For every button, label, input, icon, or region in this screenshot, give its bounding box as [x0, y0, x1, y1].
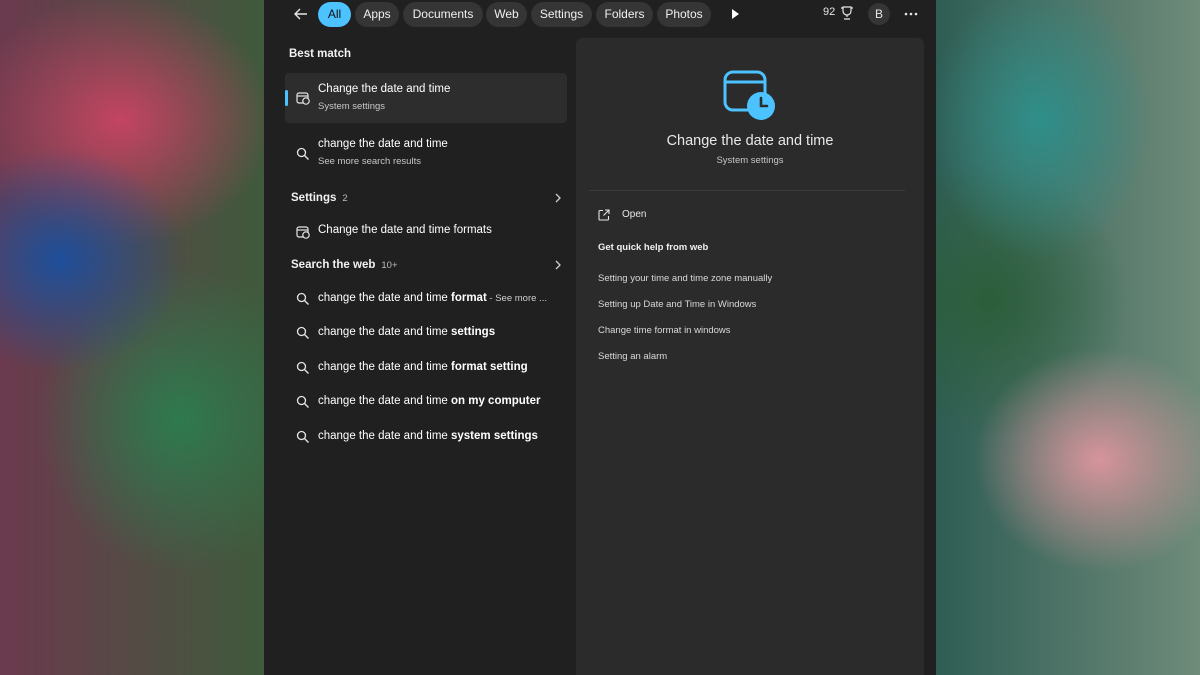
web-result[interactable]: change the date and time format - See mo… — [285, 287, 567, 311]
filter-bar: All Apps Documents Web Settings Folders … — [264, 0, 936, 30]
preview-subtitle: System settings — [716, 155, 784, 166]
ellipsis-icon — [904, 12, 918, 16]
more-filters-button[interactable] — [727, 6, 743, 22]
filter-web[interactable]: Web — [486, 2, 527, 27]
search-suggestion[interactable]: change the date and time See more search… — [285, 130, 567, 174]
filter-settings[interactable]: Settings — [531, 2, 592, 27]
rewards-points: 92 — [823, 6, 836, 18]
divider — [589, 190, 905, 191]
selection-indicator — [285, 90, 288, 106]
settings-heading-label: Settings — [291, 192, 337, 204]
search-icon — [296, 361, 309, 374]
chevron-right-icon[interactable] — [553, 193, 563, 203]
filter-documents[interactable]: Documents — [403, 2, 483, 27]
web-result[interactable]: change the date and time on my computer — [285, 390, 567, 414]
back-arrow-button[interactable] — [290, 3, 312, 25]
web-count: 10+ — [381, 260, 398, 271]
quick-help-link[interactable]: Setting your time and time zone manually — [598, 273, 772, 284]
web-result-text: change the date and time system settings — [318, 430, 538, 442]
quick-help-link[interactable]: Setting an alarm — [598, 351, 667, 362]
quick-help-link[interactable]: Setting up Date and Time in Windows — [598, 299, 756, 310]
quick-help-link[interactable]: Change time format in windows — [598, 325, 731, 336]
web-result[interactable]: change the date and time system settings — [285, 425, 567, 449]
trophy-icon[interactable] — [840, 6, 854, 20]
avatar[interactable]: B — [868, 3, 890, 25]
web-result[interactable]: change the date and time format setting — [285, 356, 567, 380]
search-icon — [296, 430, 309, 443]
web-result-text: change the date and time format setting — [318, 361, 528, 373]
preview-title: Change the date and time — [666, 133, 834, 149]
web-result-text: change the date and time settings — [318, 326, 496, 338]
settings-result-title: Change the date and time formats — [318, 224, 492, 236]
suggestion-title: change the date and time — [318, 138, 448, 150]
open-external-icon — [598, 209, 610, 221]
best-match-title: Change the date and time — [318, 83, 451, 95]
web-result-text: change the date and time format - See mo… — [318, 292, 547, 304]
suggestion-subtitle: See more search results — [318, 156, 421, 167]
filter-all[interactable]: All — [318, 2, 351, 27]
web-section-heading: Search the web 10+ — [291, 259, 398, 271]
best-match-heading: Best match — [289, 48, 351, 60]
search-panel: All Apps Documents Web Settings Folders … — [264, 0, 936, 675]
search-icon — [296, 147, 309, 160]
search-icon — [296, 292, 309, 305]
open-label: Open — [622, 209, 647, 220]
filter-apps[interactable]: Apps — [355, 2, 399, 27]
filter-photos[interactable]: Photos — [657, 2, 711, 27]
search-icon — [296, 326, 309, 339]
settings-section-heading: Settings 2 — [291, 192, 348, 204]
date-time-settings-icon — [723, 70, 775, 120]
web-result[interactable]: change the date and time settings — [285, 321, 567, 345]
web-result-text: change the date and time on my computer — [318, 395, 541, 407]
settings-result[interactable]: Change the date and time formats — [285, 220, 567, 244]
play-icon — [732, 9, 739, 19]
chevron-right-icon[interactable] — [553, 260, 563, 270]
date-time-settings-icon — [296, 92, 310, 105]
preview-pane: Change the date and time System settings… — [576, 38, 924, 675]
back-arrow-icon — [294, 8, 307, 20]
quick-help-heading: Get quick help from web — [598, 242, 709, 253]
best-match-result[interactable]: Change the date and time System settings — [285, 73, 567, 123]
filter-folders[interactable]: Folders — [596, 2, 653, 27]
web-heading-label: Search the web — [291, 259, 376, 271]
search-icon — [296, 395, 309, 408]
more-options-button[interactable] — [900, 3, 922, 25]
date-time-settings-icon — [296, 226, 310, 239]
best-match-subtitle: System settings — [318, 101, 386, 112]
settings-count: 2 — [342, 193, 348, 204]
